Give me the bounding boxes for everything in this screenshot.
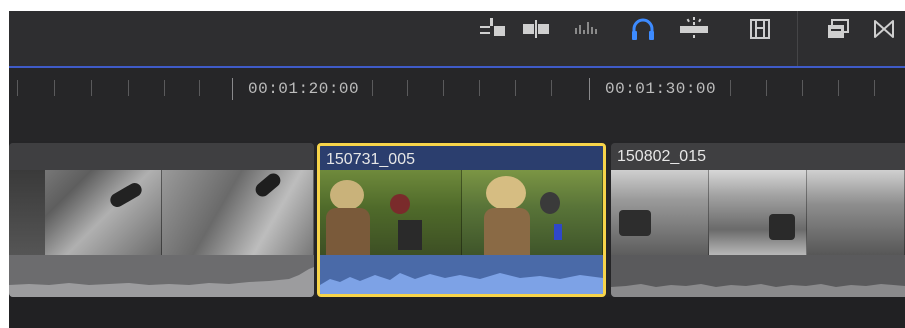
clip-filmstrip <box>320 170 603 255</box>
ruler-tick <box>443 80 444 96</box>
ruler-tick <box>551 80 552 96</box>
ruler-tick <box>802 80 803 96</box>
timeline-clip-selected[interactable]: 150731_005 <box>317 143 606 297</box>
ruler-tick <box>199 80 200 96</box>
ruler-tick <box>128 80 129 96</box>
insert-clip-icon[interactable] <box>521 18 551 40</box>
headphones-solo-icon[interactable] <box>628 18 658 40</box>
audio-skimming-icon[interactable] <box>572 18 602 40</box>
ruler-tick <box>766 80 767 96</box>
ruler-tick <box>164 80 165 96</box>
clip-audio-waveform <box>320 255 603 294</box>
clip-filmstrip <box>9 170 314 255</box>
clip-audio-waveform <box>9 255 314 297</box>
clip-filmstrip <box>611 170 905 255</box>
connect-clip-icon[interactable] <box>477 18 507 40</box>
clip-thumbnail <box>461 170 603 255</box>
ruler-timecode: 00:01:20:00 <box>248 80 360 98</box>
clip-title: 150802_015 <box>611 143 905 170</box>
clip-thumbnail <box>807 170 905 255</box>
clip-audio-waveform <box>611 255 905 297</box>
ruler-tick <box>838 80 839 96</box>
ruler-tick <box>730 80 731 96</box>
clip-thumbnail <box>9 170 162 255</box>
filmstrip-icon[interactable] <box>747 18 773 40</box>
ruler-tick <box>372 80 373 96</box>
toolbar-separator <box>797 11 798 66</box>
ruler-major-tick <box>232 78 233 100</box>
snapping-icon[interactable] <box>677 17 711 40</box>
clip-title <box>9 143 314 170</box>
ruler-tick <box>54 80 55 96</box>
ruler-tick <box>515 80 516 96</box>
clip-title: 150731_005 <box>320 146 603 173</box>
clip-thumbnail <box>320 170 462 255</box>
transitions-icon[interactable] <box>870 18 898 40</box>
clip-thumbnail <box>611 170 709 255</box>
clip-thumbnail <box>161 170 314 255</box>
timeline-window: 00:01:20:00 00:01:30:00 150731_005 15080… <box>0 0 905 328</box>
ruler-timecode: 00:01:30:00 <box>605 80 717 98</box>
ruler-tick <box>874 80 875 96</box>
clip-thumbnail <box>709 170 807 255</box>
clip-appearance-icon[interactable] <box>824 18 852 40</box>
timeline-clip[interactable]: 150802_015 <box>611 143 905 297</box>
ruler-tick <box>479 80 480 96</box>
timeline-empty-area <box>9 297 905 328</box>
timeline-clip[interactable] <box>9 143 314 297</box>
ruler-tick <box>407 80 408 96</box>
ruler-tick <box>17 80 18 96</box>
ruler-major-tick <box>589 78 590 100</box>
ruler-tick <box>91 80 92 96</box>
timecode-ruler[interactable] <box>9 68 905 141</box>
